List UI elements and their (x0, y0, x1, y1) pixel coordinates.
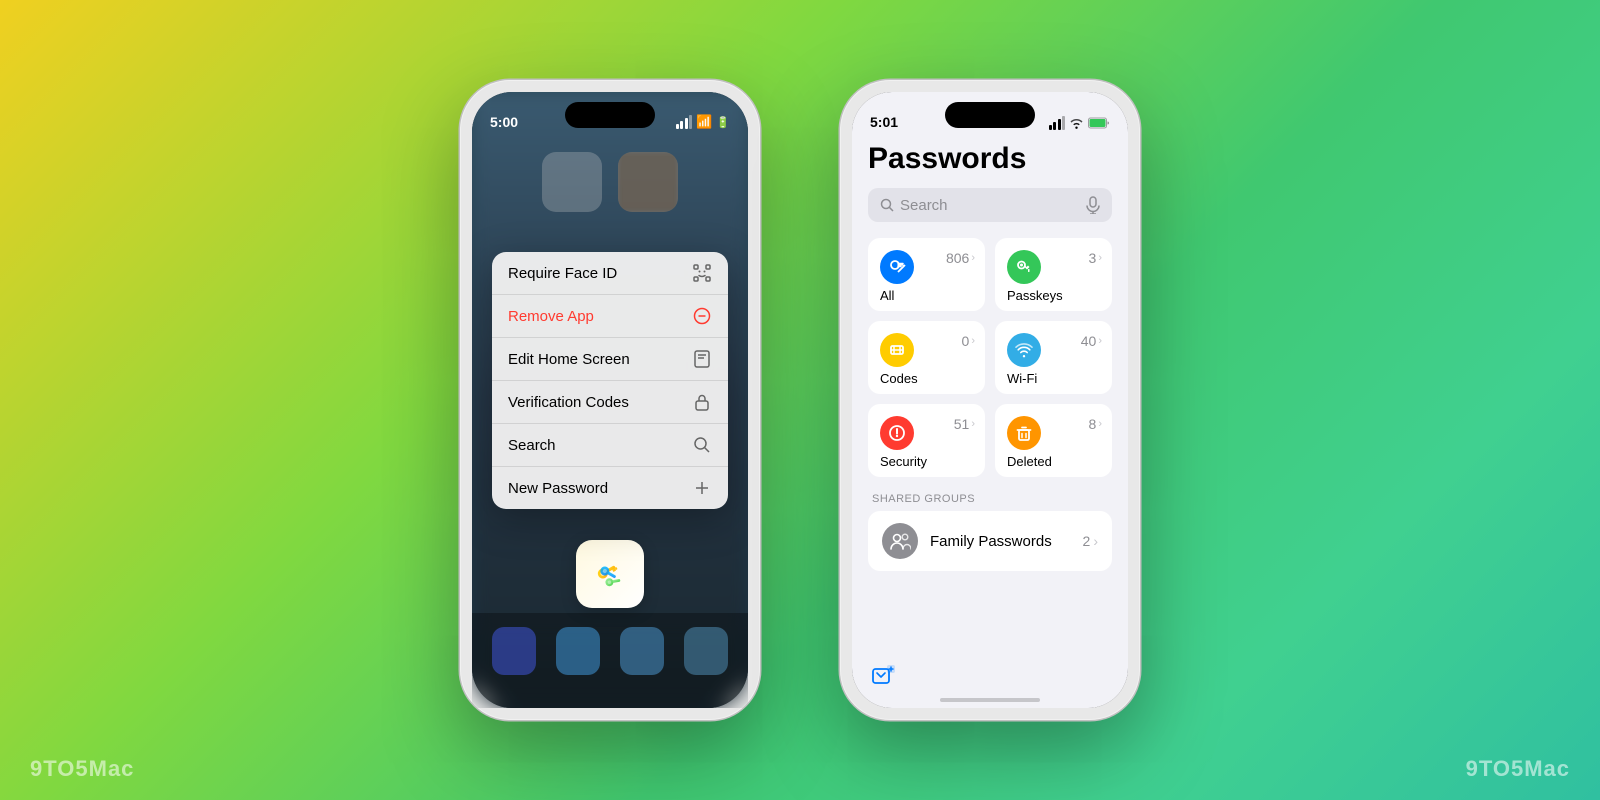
search-bar-icon (880, 198, 894, 212)
signal-icon-1 (676, 115, 693, 129)
passwords-title: Passwords (868, 142, 1112, 176)
home-screen-icon (692, 349, 712, 369)
signal-icon-2 (1049, 116, 1066, 130)
phone-2-screen: 5:01 (852, 92, 1128, 708)
shared-groups-label: SHARED GROUPS (868, 493, 1112, 505)
dock-area (472, 613, 748, 708)
watermark-left: 9TO5Mac (30, 756, 134, 782)
status-icons-2 (1049, 116, 1111, 130)
menu-item-require-faceid[interactable]: Require Face ID (492, 252, 728, 295)
family-count-row: 2 › (1083, 533, 1098, 549)
dynamic-island-2 (945, 102, 1035, 128)
security-label: Security (880, 454, 973, 469)
battery-icon-1: 🔋 (716, 116, 730, 129)
category-security[interactable]: 51 › Security (868, 404, 985, 477)
battery-status-icon-2 (1088, 117, 1110, 129)
passkeys-count: 3 (1089, 250, 1097, 266)
category-deleted[interactable]: 8 › Deleted (995, 404, 1112, 477)
minus-circle-icon (692, 306, 712, 326)
category-wifi[interactable]: 40 › Wi-Fi (995, 321, 1112, 394)
wifi-count: 40 (1081, 333, 1097, 349)
family-passwords-label: Family Passwords (930, 533, 1071, 550)
codes-label: Codes (880, 371, 973, 386)
search-icon (692, 435, 712, 455)
passkeys-icon (1007, 250, 1041, 284)
passkeys-label: Passkeys (1007, 288, 1100, 303)
all-chevron: › (971, 252, 975, 264)
passwords-app-icon-homescreen[interactable] (576, 540, 644, 608)
plus-icon (692, 478, 712, 498)
deleted-icon (1007, 416, 1041, 450)
phone-1-screen: 5:00 📶 🔋 Require Face ID (472, 92, 748, 708)
menu-label-require-faceid: Require Face ID (508, 265, 617, 282)
dock-icon-1 (492, 627, 536, 675)
deleted-count: 8 (1089, 416, 1097, 432)
passkeys-chevron: › (1098, 252, 1102, 264)
bottom-toolbar (852, 660, 1128, 692)
search-bar-placeholder: Search (900, 197, 1080, 214)
menu-item-edit-home[interactable]: Edit Home Screen (492, 338, 728, 381)
codes-icon (880, 333, 914, 367)
security-icon (880, 416, 914, 450)
family-passwords-card[interactable]: Family Passwords 2 › (868, 511, 1112, 571)
passwords-app-content: Passwords Search (852, 92, 1128, 708)
family-passwords-count: 2 (1083, 533, 1091, 549)
security-chevron: › (971, 418, 975, 430)
codes-count: 0 (962, 333, 970, 349)
phone-2: 5:01 (840, 80, 1140, 720)
face-id-icon (692, 263, 712, 283)
category-all[interactable]: 806 › All (868, 238, 985, 311)
dock-icon-4 (684, 627, 728, 675)
passwords-toolbar-icon[interactable] (868, 660, 900, 692)
security-count-row: 51 › (954, 416, 975, 432)
status-icons-1: 📶 🔋 (676, 114, 730, 130)
menu-item-new-password[interactable]: New Password (492, 467, 728, 509)
phone-1: 5:00 📶 🔋 Require Face ID (460, 80, 760, 720)
context-menu: Require Face ID Rem (492, 252, 728, 509)
time-1: 5:00 (490, 114, 518, 130)
all-label: All (880, 288, 973, 303)
category-grid: 806 › All (868, 238, 1112, 477)
menu-label-remove-app: Remove App (508, 308, 594, 325)
dock-icon-3 (620, 627, 664, 675)
wifi-chevron: › (1098, 335, 1102, 347)
time-2: 5:01 (870, 114, 898, 130)
dynamic-island-1 (565, 102, 655, 128)
all-icon (880, 250, 914, 284)
security-count: 51 (954, 416, 970, 432)
menu-label-verification-codes: Verification Codes (508, 394, 629, 411)
watermark-right: 9TO5Mac (1466, 756, 1570, 782)
menu-label-search: Search (508, 437, 556, 454)
blurred-icons-top (472, 152, 748, 212)
deleted-count-row: 8 › (1089, 416, 1102, 432)
family-chevron: › (1093, 533, 1098, 549)
menu-label-new-password: New Password (508, 480, 608, 497)
category-passkeys[interactable]: 3 › Passkeys (995, 238, 1112, 311)
wifi-status-icon-2 (1069, 117, 1084, 129)
menu-item-search[interactable]: Search (492, 424, 728, 467)
lock-icon (692, 392, 712, 412)
wifi-icon-1: 📶 (696, 114, 712, 130)
deleted-label: Deleted (1007, 454, 1100, 469)
codes-chevron: › (971, 335, 975, 347)
category-codes[interactable]: 0 › Codes (868, 321, 985, 394)
menu-item-remove-app[interactable]: Remove App (492, 295, 728, 338)
menu-label-edit-home: Edit Home Screen (508, 351, 630, 368)
microphone-icon[interactable] (1086, 196, 1100, 214)
search-bar[interactable]: Search (868, 188, 1112, 222)
codes-count-row: 0 › (962, 333, 975, 349)
menu-item-verification-codes[interactable]: Verification Codes (492, 381, 728, 424)
wifi-label: Wi-Fi (1007, 371, 1100, 386)
wifi-icon-cat (1007, 333, 1041, 367)
all-count-row: 806 › (946, 250, 975, 266)
passkeys-count-row: 3 › (1089, 250, 1102, 266)
dock-icon-2 (556, 627, 600, 675)
home-indicator-2 (940, 698, 1040, 702)
family-group-icon (882, 523, 918, 559)
wifi-count-row: 40 › (1081, 333, 1102, 349)
deleted-chevron: › (1098, 418, 1102, 430)
all-count: 806 (946, 250, 969, 266)
